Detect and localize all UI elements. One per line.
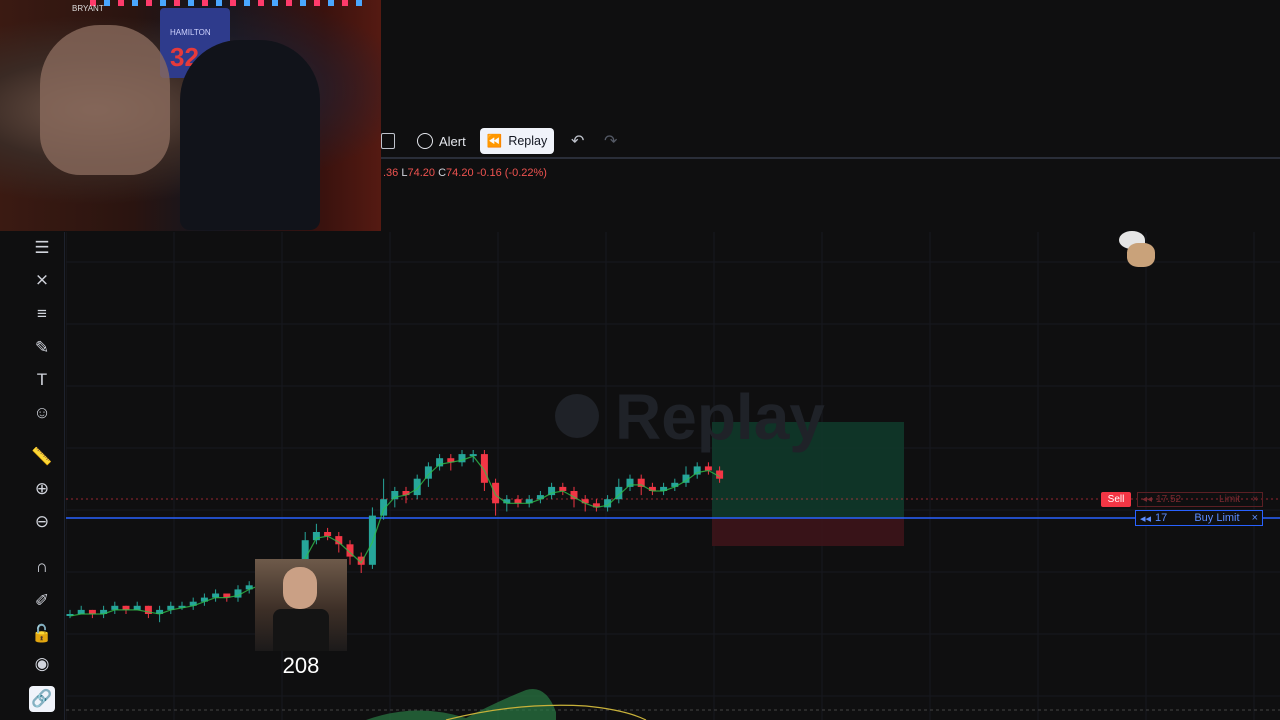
candle-body — [212, 593, 220, 598]
sell-order-close-icon[interactable]: × — [1252, 494, 1258, 505]
indicator-area — [366, 688, 556, 720]
ohlc-close: 74.20 — [446, 167, 474, 179]
ohlc-legend: .36 L74.20 C74.20 -0.16 (-0.22%) — [383, 167, 547, 179]
lock-icon[interactable]: 🔓 — [29, 621, 55, 647]
redo-icon[interactable]: ↷ — [604, 131, 617, 151]
text-icon[interactable]: T — [29, 367, 55, 393]
candle-body — [413, 478, 421, 496]
meme-overlay-image — [255, 559, 347, 651]
candle-body — [492, 482, 500, 504]
webcam-overlay: HAMILTON 32 BRYANT — [0, 0, 381, 231]
eye-icon[interactable]: ◉ — [29, 651, 55, 677]
candle-body — [716, 470, 724, 479]
streamer-figure — [40, 25, 170, 175]
watermark-replay-icon — [555, 394, 599, 438]
candle-body — [436, 458, 444, 467]
meme-face — [283, 567, 317, 609]
candle-body — [704, 466, 712, 471]
alert-button[interactable]: Alert — [417, 129, 466, 153]
zoom-in-icon[interactable]: ⊕ — [29, 476, 55, 502]
fib-icon[interactable]: ≡ — [29, 301, 55, 327]
candle-body — [77, 609, 85, 614]
sell-order-qty: 17.52 — [1156, 494, 1182, 505]
sell-order-type: Limit — [1219, 494, 1241, 505]
buy-order-type: Buy Limit — [1194, 512, 1240, 524]
candle-body — [133, 605, 141, 610]
ohlc-low: 74.20 — [407, 167, 436, 179]
replay-button[interactable]: ⏪ Replay — [480, 128, 554, 154]
toolbar-divider — [381, 157, 1280, 159]
chart-top-toolbar: Alert ⏪ Replay ↶ ↷ — [381, 128, 1280, 154]
buy-order-arrow-icon: ◂◂ — [1140, 512, 1152, 525]
alert-label: Alert — [439, 133, 466, 149]
candle-body — [693, 466, 701, 475]
candle-body — [559, 486, 567, 491]
candle-body — [324, 532, 332, 537]
zoom-out-icon[interactable]: ⊖ — [29, 509, 55, 535]
candle-body — [480, 454, 488, 483]
undo-icon[interactable]: ↶ — [571, 131, 584, 151]
menu-icon[interactable]: ☰ — [29, 235, 55, 261]
guest-figure — [180, 40, 320, 230]
ohlc-close-key: C — [438, 167, 447, 179]
candle-body — [111, 605, 119, 610]
meme-vest — [273, 609, 329, 651]
sell-order-arrow-icon: ◂◂ — [1142, 494, 1153, 505]
dog-sticker — [1117, 231, 1157, 269]
drawing-toolbar: ☰ ⨯ ≡ ✎ T ☺ 📏 ⊕ ⊖ ∩ ✐ 🔓 ◉ 🔗 — [22, 232, 62, 720]
buy-limit-order[interactable]: ◂◂ 17 Buy Limit × — [1135, 510, 1263, 526]
candle-body — [368, 515, 376, 565]
buy-order-close-icon[interactable]: × — [1252, 512, 1258, 524]
moving-average-line — [69, 455, 720, 617]
replay-label: Replay — [508, 134, 548, 148]
replay-watermark: Replay — [615, 381, 825, 453]
ohlc-open-partial: .36 — [383, 167, 399, 179]
pattern-icon[interactable]: ⨯ — [29, 267, 55, 293]
pencil-lock-icon[interactable]: ✐ — [29, 588, 55, 614]
price-chart[interactable] — [66, 232, 1280, 720]
candle-body — [122, 605, 130, 610]
ohlc-change: -0.16 (-0.22%) — [476, 167, 547, 179]
brush-icon[interactable]: ✎ — [29, 335, 55, 361]
banner-name-label: BRYANT — [72, 4, 104, 13]
string-lights — [90, 0, 370, 6]
candle-body — [88, 609, 96, 614]
jersey-name-label: HAMILTON — [170, 28, 211, 37]
candle-body — [626, 478, 634, 487]
dog-face — [1127, 243, 1155, 267]
candle-body — [514, 499, 522, 504]
meme-counter: 208 — [282, 653, 320, 678]
long-position-stop-zone — [712, 518, 904, 546]
layout-grid-icon[interactable] — [381, 133, 395, 149]
rewind-icon: ⏪ — [486, 133, 503, 148]
alarm-clock-icon — [417, 133, 433, 149]
toolbar-edge — [64, 232, 65, 720]
buy-order-qty: 17 — [1155, 512, 1168, 524]
link-icon[interactable]: 🔗 — [29, 686, 55, 712]
sell-limit-order[interactable]: ◂◂ 17.52 Limit × — [1137, 492, 1263, 507]
ruler-icon[interactable]: 📏 — [29, 444, 55, 470]
chart-canvas[interactable] — [66, 232, 1280, 720]
sell-button[interactable]: Sell — [1101, 492, 1131, 507]
candle-body — [335, 536, 343, 545]
emoji-icon[interactable]: ☺ — [29, 400, 55, 426]
magnet-icon[interactable]: ∩ — [29, 554, 55, 580]
